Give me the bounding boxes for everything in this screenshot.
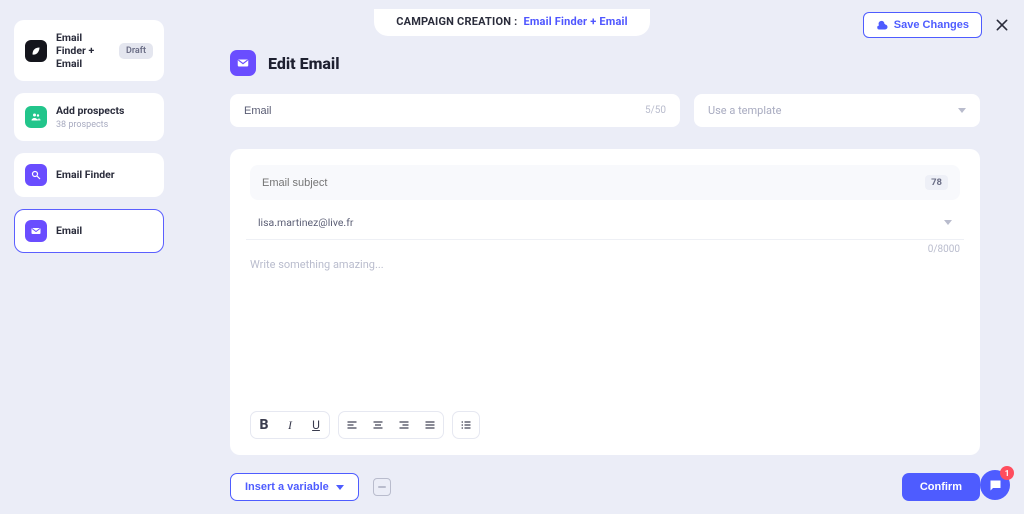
name-char-count: 5/50 <box>645 105 666 116</box>
close-icon[interactable] <box>994 17 1010 33</box>
main-panel: Edit Email 5/50 Use a template 78 lisa.m… <box>230 50 980 501</box>
subject-input[interactable] <box>262 177 845 189</box>
mail-icon <box>230 50 256 76</box>
search-mail-icon <box>25 164 47 186</box>
email-editor-card: 78 lisa.martinez@live.fr 0/8000 B I U <box>230 149 980 455</box>
from-select[interactable]: lisa.martinez@live.fr <box>246 206 964 240</box>
campaign-name[interactable]: Email Finder + Email <box>523 15 627 28</box>
step-title: Email <box>56 224 153 237</box>
underline-button[interactable]: U <box>303 412 329 438</box>
align-left-button[interactable] <box>339 412 365 438</box>
body-area: 0/8000 <box>250 240 960 405</box>
template-placeholder: Use a template <box>708 104 781 117</box>
insert-variable-label: Insert a variable <box>245 481 329 493</box>
cloud-icon <box>876 19 888 31</box>
campaign-breadcrumb: CAMPAIGN CREATION : Email Finder + Email <box>374 9 650 36</box>
body-textarea[interactable] <box>250 258 960 398</box>
step-name-input[interactable] <box>244 105 582 117</box>
chevron-down-icon <box>336 485 344 490</box>
preview-button[interactable] <box>373 478 391 496</box>
step-email-finder[interactable]: Email Finder <box>14 153 164 197</box>
steps-sidebar: Email Finder + Email Draft Add prospects… <box>14 20 164 253</box>
step-title: Add prospects <box>56 104 153 117</box>
template-select[interactable]: Use a template <box>694 94 980 127</box>
step-title: Email Finder <box>56 168 153 181</box>
chevron-down-icon <box>958 108 966 113</box>
italic-button[interactable]: I <box>277 412 303 438</box>
footer: Insert a variable Confirm <box>230 473 980 501</box>
save-changes-button[interactable]: Save Changes <box>863 12 982 38</box>
save-label: Save Changes <box>894 19 969 31</box>
step-subtitle: 38 prospects <box>56 120 153 130</box>
align-justify-button[interactable] <box>417 412 443 438</box>
chat-icon <box>988 478 1003 493</box>
chevron-down-icon <box>944 220 952 225</box>
format-toolbar: B I U <box>250 411 960 439</box>
list-button[interactable] <box>453 412 479 438</box>
campaign-label: CAMPAIGN CREATION : <box>396 15 517 28</box>
step-add-prospects[interactable]: Add prospects 38 prospects <box>14 93 164 140</box>
body-char-count: 0/8000 <box>928 244 960 255</box>
users-icon <box>25 106 47 128</box>
subject-limit-badge: 78 <box>925 175 948 190</box>
confirm-label: Confirm <box>920 481 962 493</box>
chat-widget[interactable]: 1 <box>980 470 1010 500</box>
step-campaign-overview[interactable]: Email Finder + Email Draft <box>14 20 164 81</box>
step-name-field[interactable]: 5/50 <box>230 94 680 127</box>
edit-header: Edit Email <box>230 50 980 76</box>
chat-badge: 1 <box>1000 466 1014 480</box>
mail-icon <box>25 220 47 242</box>
from-email: lisa.martinez@live.fr <box>258 216 353 229</box>
step-title: Email Finder + Email <box>56 31 110 70</box>
page-title: Edit Email <box>268 54 340 73</box>
insert-variable-button[interactable]: Insert a variable <box>230 473 359 501</box>
align-right-button[interactable] <box>391 412 417 438</box>
bold-button[interactable]: B <box>251 412 277 438</box>
draft-badge: Draft <box>119 43 153 59</box>
align-center-button[interactable] <box>365 412 391 438</box>
confirm-button[interactable]: Confirm <box>902 473 980 501</box>
leaf-icon <box>25 40 47 62</box>
step-email[interactable]: Email <box>14 209 164 253</box>
subject-field[interactable]: 78 <box>250 165 960 200</box>
